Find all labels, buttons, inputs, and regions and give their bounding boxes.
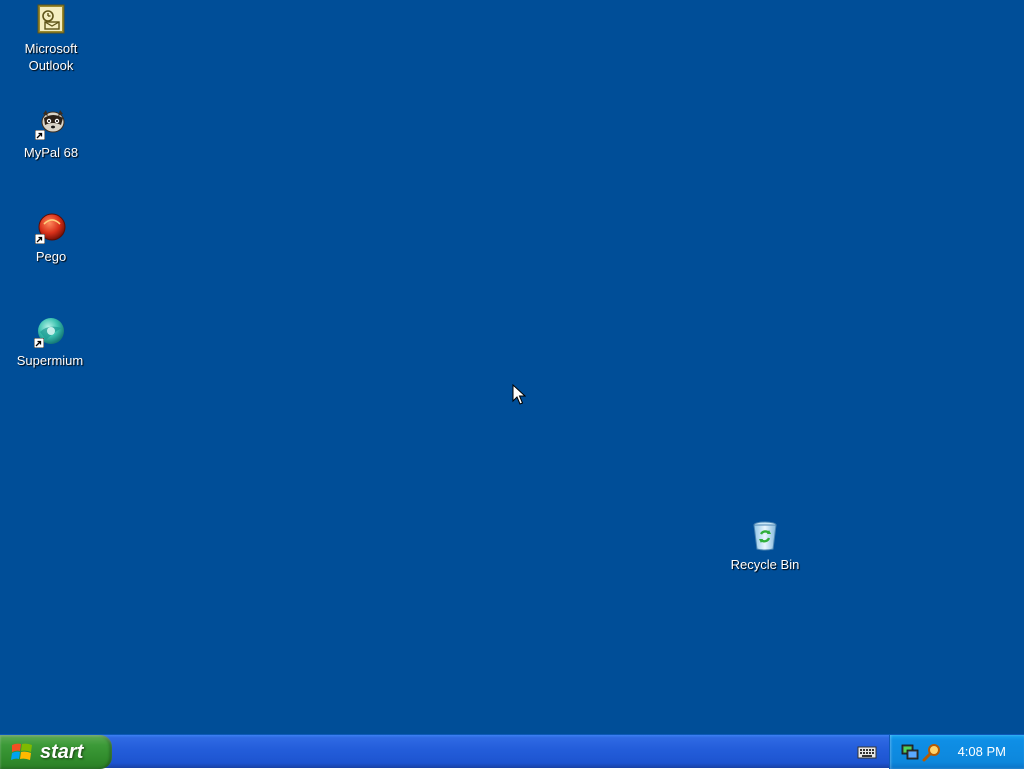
desktop-icon-supermium[interactable]: Supermium (5, 316, 95, 369)
desktop-icon-label: Recycle Bin (730, 557, 800, 572)
mouse-cursor-icon (512, 384, 526, 405)
start-label: start (40, 740, 84, 763)
windows-logo-icon (11, 743, 32, 760)
clock[interactable]: 4:08 PM (958, 744, 1006, 759)
shortcut-arrow-icon (34, 338, 44, 348)
pego-icon (35, 212, 67, 244)
taskbar: start 4:08 PM (0, 734, 1024, 769)
desktop-icon-label: MyPal 68 (23, 145, 79, 160)
keyboard-icon[interactable] (857, 744, 877, 760)
desktop[interactable]: Microsoft Outlook MyPal 68 Pego Supermiu… (0, 0, 1024, 734)
desktop-icon-mypal[interactable]: MyPal 68 (6, 108, 96, 161)
desktop-icon-pego[interactable]: Pego (6, 212, 96, 265)
outlook-icon (35, 4, 67, 36)
desktop-icon-recycle-bin[interactable]: Recycle Bin (720, 520, 810, 573)
recycle-bin-icon (749, 520, 781, 552)
shortcut-arrow-icon (35, 130, 45, 140)
desktop-icon-label: Supermium (16, 353, 84, 368)
shortcut-arrow-icon (35, 234, 45, 244)
desktop-icon-label: Microsoft Outlook (24, 41, 78, 73)
start-button[interactable]: start (0, 735, 112, 769)
desktop-icon-label: Pego (35, 249, 67, 264)
search-icon[interactable] (922, 742, 942, 762)
desktop-icon-outlook[interactable]: Microsoft Outlook (6, 4, 96, 74)
mypal-icon (35, 108, 67, 140)
system-tray: 4:08 PM (889, 735, 1024, 769)
network-icon[interactable] (900, 742, 920, 762)
supermium-icon (34, 316, 66, 348)
